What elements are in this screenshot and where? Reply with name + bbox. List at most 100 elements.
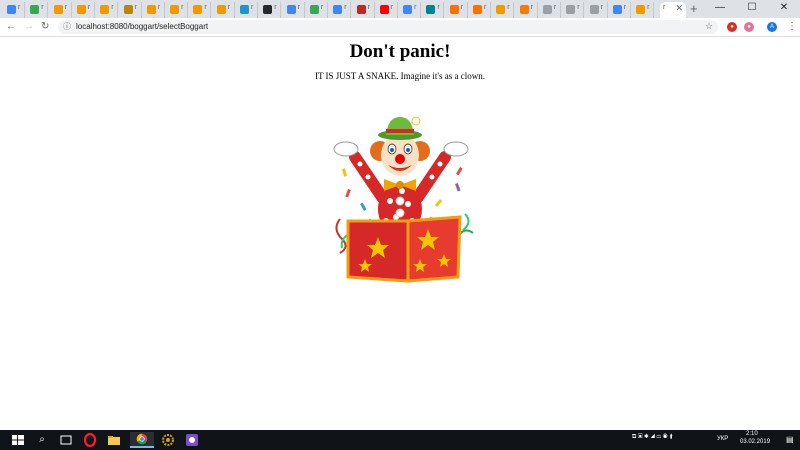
menu-dots-icon[interactable]: ⋮ (787, 21, 797, 32)
browser-tab[interactable]: r (283, 2, 305, 18)
green-leaf-icon (30, 5, 40, 14)
tab-title: r (227, 4, 231, 11)
tab-title: r (414, 4, 417, 11)
tray-icons[interactable]: ⧉ ▣ ✱ ◢ ▭ ◉ ⬆ (632, 434, 673, 441)
browser-tab[interactable]: r (50, 2, 72, 18)
notification-icon[interactable]: ▤ (786, 435, 794, 444)
browser-tab[interactable]: r (563, 2, 585, 18)
tab-title: r (64, 4, 67, 11)
url-text[interactable]: localhost:8080/boggart/selectBoggart (76, 22, 208, 31)
profile-avatar[interactable]: A (767, 22, 777, 32)
tab-active[interactable]: r ✕ (660, 2, 686, 18)
clock-date[interactable]: 03.02.2019 (740, 439, 770, 445)
browser-tab[interactable]: r (190, 2, 212, 18)
task-view-icon[interactable] (56, 432, 76, 448)
orange-figure-icon (100, 5, 110, 14)
bookmark-star-icon[interactable]: ☆ (705, 21, 713, 32)
close-window-button[interactable]: ✕ (768, 0, 800, 18)
tab-title: r (623, 4, 627, 11)
browser-tab[interactable]: r (167, 2, 189, 18)
google-g-icon (7, 5, 16, 14)
tab-title: r (204, 4, 207, 11)
blue-telegram-icon (240, 5, 249, 14)
browser-tab[interactable]: r (586, 2, 608, 18)
tab-title: r (181, 4, 184, 11)
browser-tab[interactable]: r (633, 2, 655, 18)
maximize-button[interactable]: ☐ (736, 0, 768, 18)
browser-tab[interactable]: r (237, 2, 258, 18)
windows-start-icon[interactable] (8, 432, 28, 448)
minimize-button[interactable]: — (704, 0, 736, 18)
browser-tab[interactable]: r (446, 2, 468, 18)
browser-tab[interactable]: r (213, 2, 235, 18)
tab-title: r (484, 4, 487, 11)
back-arrow-icon[interactable]: ← (6, 21, 16, 33)
browser-tab[interactable]: r (423, 2, 445, 18)
tab-title: r (18, 4, 21, 11)
close-tab-icon[interactable]: ✕ (675, 3, 683, 14)
browser-tab[interactable]: r (353, 2, 375, 18)
browser-tab[interactable]: r (306, 2, 328, 18)
tab-title: r (251, 4, 254, 11)
browser-tab[interactable]: r (493, 2, 515, 18)
tab-title: r (87, 4, 91, 11)
green-square-icon (309, 5, 319, 14)
chrome-taskbar-icon[interactable] (130, 432, 154, 448)
browser-tab[interactable]: r (609, 2, 631, 18)
document-icon (589, 5, 599, 14)
browser-tab[interactable]: r (260, 2, 282, 18)
tab-title: r (507, 4, 510, 11)
tab-title: r (647, 4, 650, 11)
forward-arrow-icon[interactable]: → (24, 21, 34, 33)
browser-tab[interactable]: r (470, 2, 491, 18)
document-icon (542, 5, 552, 14)
tab-title: r (274, 4, 277, 11)
orange-figure-icon (496, 5, 506, 14)
tab-title: r (367, 4, 370, 11)
browser-tab[interactable]: r (330, 2, 352, 18)
extension-pink-icon[interactable]: ● (744, 22, 754, 32)
orange-h-icon (449, 5, 459, 14)
reload-icon[interactable]: ↻ (41, 21, 49, 33)
browser-toolbar: ← → ↻ ⓘ localhost:8080/boggart/selectBog… (0, 18, 800, 37)
tab-title: r (577, 4, 580, 11)
browser-tab[interactable]: r (516, 2, 538, 18)
info-icon[interactable]: ⓘ (63, 21, 73, 31)
extension-red-icon[interactable]: ● (727, 22, 737, 32)
yandex-y-icon (379, 5, 389, 14)
new-tab-button[interactable]: + (690, 1, 698, 16)
browser-tab[interactable]: r (27, 2, 49, 18)
browser-tab[interactable]: r (97, 2, 119, 18)
address-bar[interactable]: ⓘ localhost:8080/boggart/selectBoggart (58, 20, 718, 34)
tab-title: r (41, 4, 44, 11)
app-purple-icon[interactable] (182, 432, 202, 448)
orange-figure-icon (636, 5, 646, 14)
tab-strip: r r r r r r r r r r r r r r r r r r r r r r r r r r r r r ✕ + — ☐ ✕ (0, 0, 800, 18)
settings-gear-icon[interactable] (158, 432, 178, 448)
google-g-icon (612, 5, 622, 14)
tab-title: r (297, 4, 300, 11)
tab-title: r (600, 4, 603, 11)
document-icon (566, 5, 576, 14)
language-indicator[interactable]: УКР (717, 436, 728, 442)
tab-title: r (320, 4, 324, 11)
browser-tab[interactable]: r (400, 2, 422, 18)
tab-title: r (111, 4, 114, 11)
browser-tab[interactable]: r (539, 2, 561, 18)
github-icon (263, 5, 273, 14)
browser-tab[interactable]: r (4, 2, 25, 18)
search-icon[interactable]: ⌕ (32, 432, 52, 448)
windows-taskbar: ⌕ ⧉ ▣ ✱ ◢ ▭ ◉ ⬆ УКР 2:10 03.02.2019 ▤ (0, 430, 800, 450)
file-explorer-icon[interactable] (104, 432, 124, 448)
tab-title: r (460, 4, 464, 11)
browser-tab[interactable]: r (376, 2, 398, 18)
page-content: Don't panic! IT IS JUST A SNAKE. Imagine… (0, 37, 800, 430)
opera-icon[interactable] (80, 432, 100, 448)
browser-tab[interactable]: r (73, 2, 95, 18)
browser-tab[interactable]: r (143, 2, 165, 18)
active-tab-title: r (663, 4, 666, 11)
clock-time[interactable]: 2:10 (746, 431, 758, 437)
browser-tab[interactable]: r (120, 2, 142, 18)
tab-title: r (437, 4, 440, 11)
tab-title: r (530, 4, 533, 11)
